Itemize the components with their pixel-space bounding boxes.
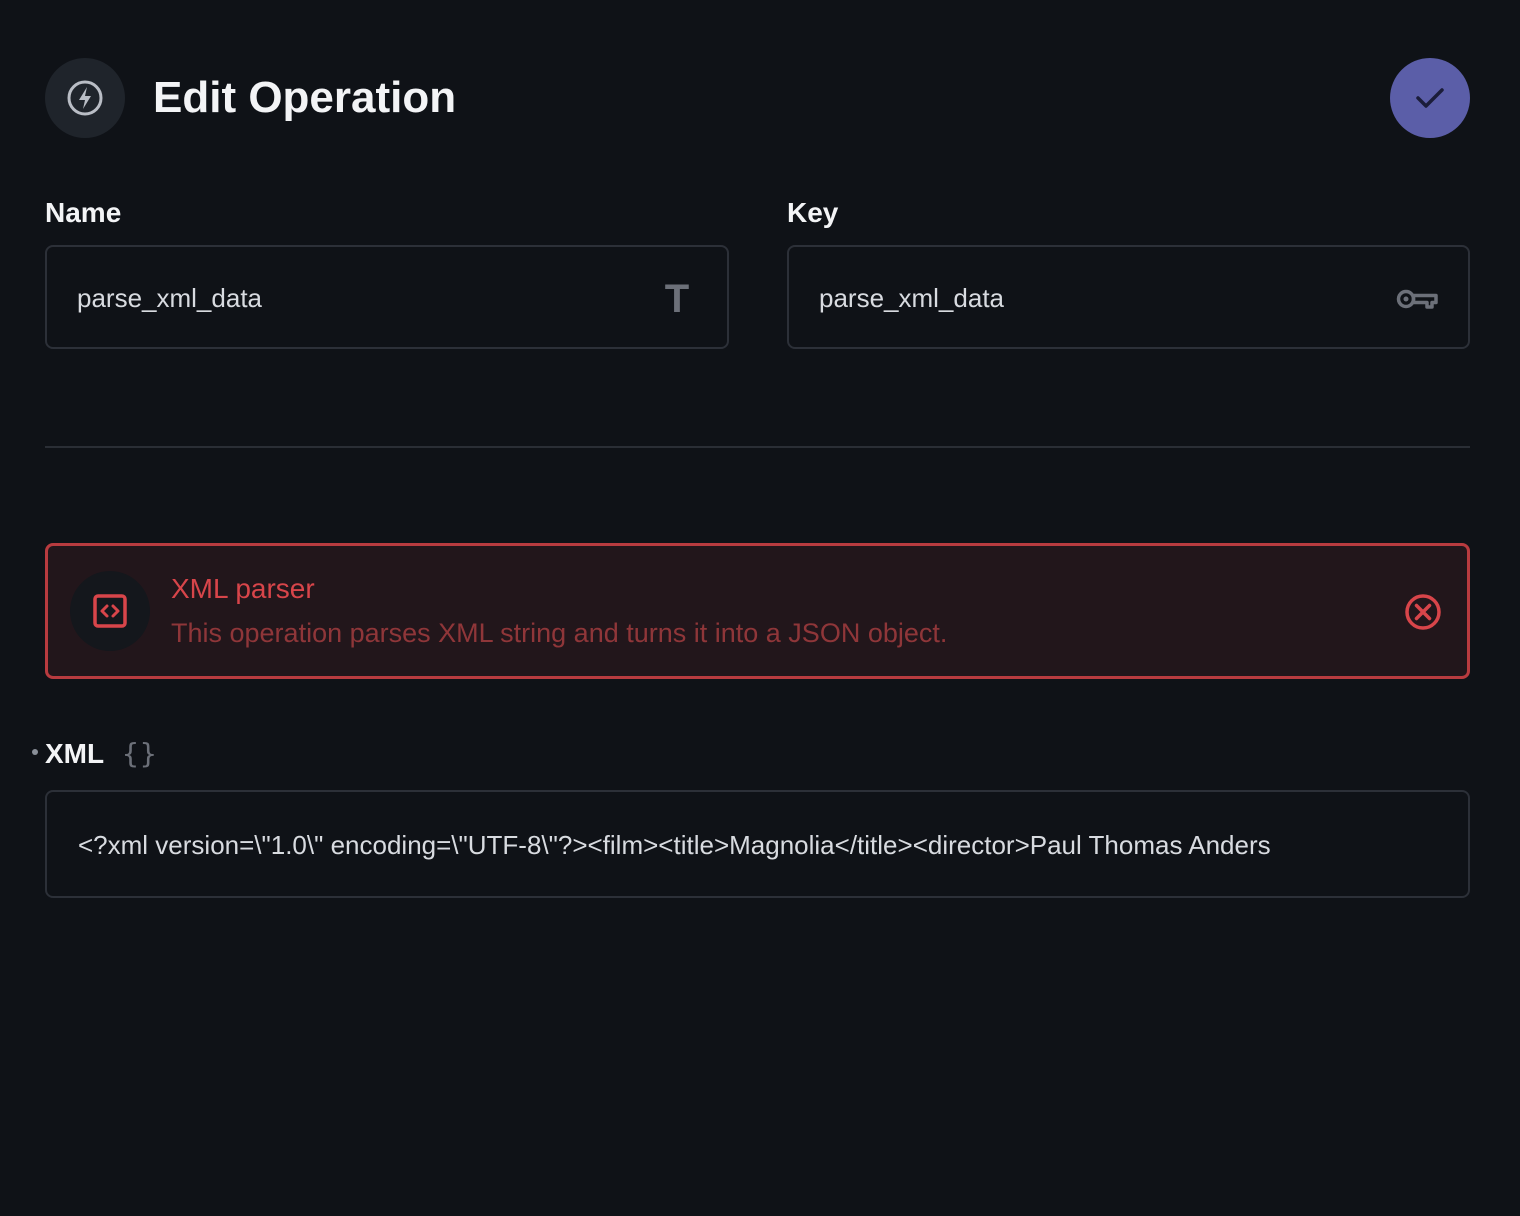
braces-icon[interactable]: {} — [122, 738, 158, 770]
name-input-value[interactable]: parse_xml_data — [77, 281, 262, 315]
text-type-icon: T — [655, 277, 699, 321]
page-title: Edit Operation — [153, 73, 457, 122]
code-brackets-icon — [70, 571, 150, 651]
close-circle-icon[interactable] — [1403, 592, 1443, 632]
key-input[interactable]: parse_xml_data — [787, 245, 1470, 349]
xml-input-value[interactable]: <?xml version=\"1.0\" encoding=\"UTF-8\"… — [78, 828, 1438, 862]
divider — [45, 446, 1470, 448]
operation-notice: XML parser This operation parses XML str… — [45, 543, 1470, 679]
save-button[interactable] — [1390, 58, 1470, 138]
bolt-icon — [45, 58, 125, 138]
edit-operation-page: Edit Operation Name parse_xml_data T Key… — [0, 0, 1520, 1216]
required-indicator — [32, 749, 38, 755]
text-type-glyph: T — [664, 277, 690, 321]
header: Edit Operation — [45, 58, 1470, 138]
key-label: Key — [787, 197, 839, 228]
xml-label: XML — [45, 738, 105, 769]
notice-description: This operation parses XML string and tur… — [171, 618, 948, 648]
name-label: Name — [45, 197, 122, 228]
name-input[interactable]: parse_xml_data T — [45, 245, 729, 349]
xml-input[interactable]: <?xml version=\"1.0\" encoding=\"UTF-8\"… — [45, 790, 1470, 898]
key-icon — [1396, 277, 1440, 321]
notice-title: XML parser — [171, 573, 315, 604]
key-input-value[interactable]: parse_xml_data — [819, 281, 1004, 315]
check-icon — [1416, 88, 1444, 108]
